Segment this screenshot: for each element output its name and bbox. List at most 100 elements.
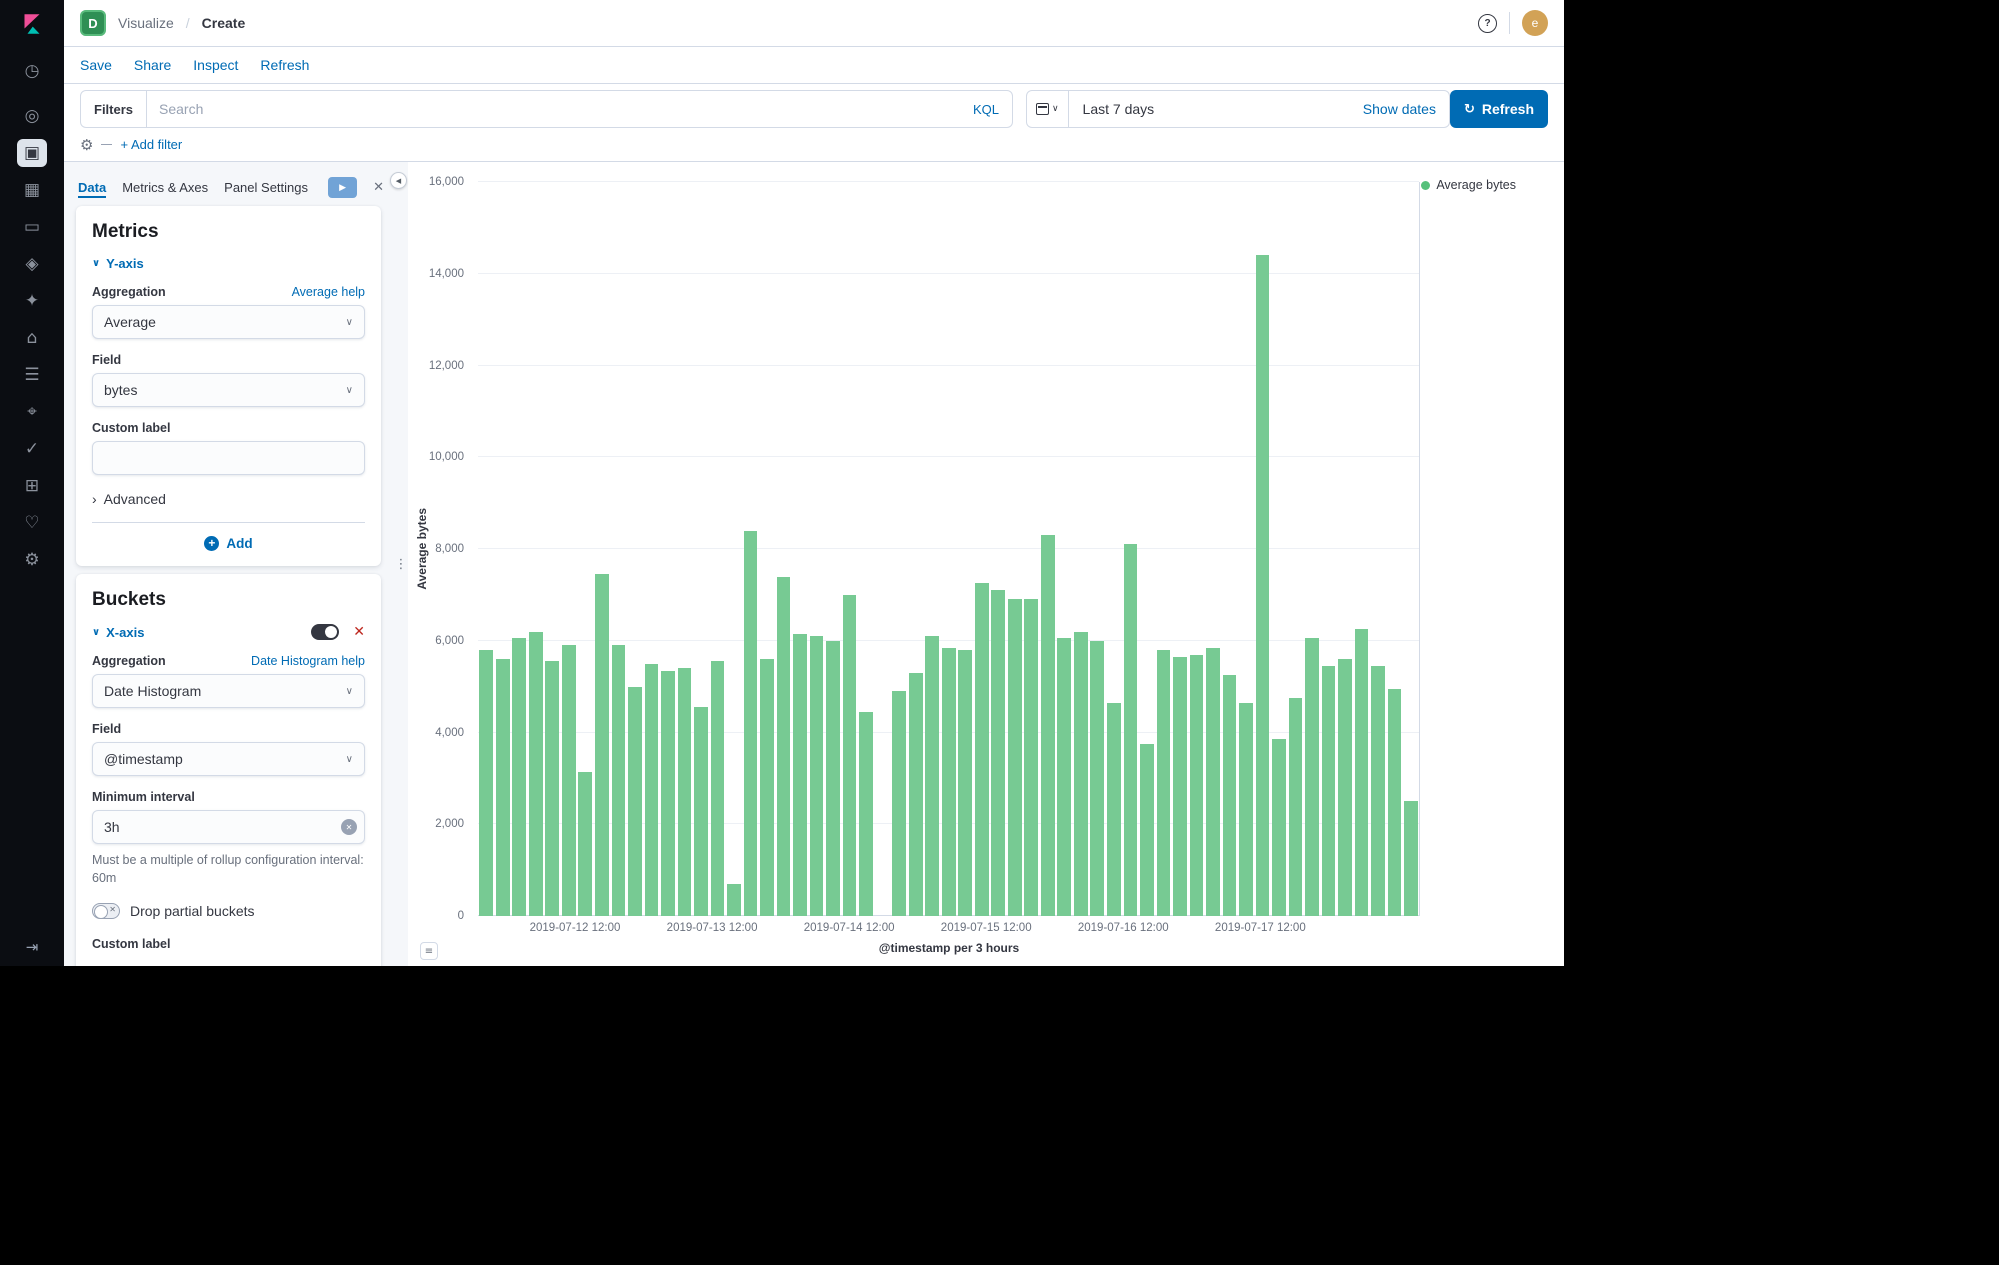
bar[interactable] — [843, 595, 857, 916]
bar[interactable] — [1404, 801, 1418, 916]
bar[interactable] — [545, 661, 559, 916]
refresh-button[interactable]: ↻ Refresh — [1450, 90, 1548, 128]
bar[interactable] — [711, 661, 725, 916]
bar[interactable] — [1057, 638, 1071, 916]
sidebar-item-uptime-icon[interactable]: ✓ — [17, 435, 47, 463]
bar[interactable] — [826, 641, 840, 916]
bar[interactable] — [810, 636, 824, 916]
bar[interactable] — [744, 531, 758, 916]
breadcrumb-visualize[interactable]: Visualize — [118, 15, 174, 31]
collapse-nav-button[interactable]: ⇥ — [26, 938, 39, 956]
bar[interactable] — [479, 650, 493, 916]
bar[interactable] — [1124, 544, 1138, 916]
bar[interactable] — [892, 691, 906, 916]
bucket-aggregation-select[interactable]: Date Histogram ∨ — [92, 674, 365, 708]
x-axis-toggle[interactable]: ∨ X-axis — [92, 625, 144, 640]
bar[interactable] — [859, 712, 873, 916]
sidebar-item-canvas-icon[interactable]: ▭ — [17, 213, 47, 241]
legend-item[interactable]: Average bytes — [1421, 178, 1516, 192]
editor-tab-data[interactable]: Data — [78, 177, 106, 198]
clear-input-icon[interactable]: ✕ — [341, 819, 357, 835]
sidebar-item-management-icon[interactable]: ⚙ — [17, 546, 47, 574]
toolbar-link-inspect[interactable]: Inspect — [193, 57, 238, 73]
bar[interactable] — [628, 687, 642, 916]
bar[interactable] — [1173, 657, 1187, 916]
time-range-label[interactable]: Last 7 days — [1069, 101, 1169, 117]
sidebar-item-apm-icon[interactable]: ⌖ — [17, 398, 47, 426]
add-filter-button[interactable]: + Add filter — [120, 137, 182, 152]
bar[interactable] — [1157, 650, 1171, 916]
bar[interactable] — [1090, 641, 1104, 916]
show-dates-button[interactable]: Show dates — [1363, 101, 1449, 117]
bar[interactable] — [595, 574, 609, 916]
bar[interactable] — [645, 664, 659, 916]
metric-aggregation-select[interactable]: Average ∨ — [92, 305, 365, 339]
filters-button[interactable]: Filters — [81, 91, 147, 127]
bar[interactable] — [1272, 739, 1286, 916]
bucket-field-select[interactable]: @timestamp ∨ — [92, 742, 365, 776]
add-metric-button[interactable]: + Add — [204, 536, 252, 551]
bar[interactable] — [909, 673, 923, 916]
bar[interactable] — [694, 707, 708, 916]
bar[interactable] — [1223, 675, 1237, 916]
bar[interactable] — [496, 659, 510, 916]
bar[interactable] — [727, 884, 741, 916]
filter-settings-gear-icon[interactable]: ⚙ — [80, 136, 93, 154]
sidebar-item-visualize-icon[interactable]: ▣ — [17, 139, 47, 167]
custom-label-input[interactable] — [92, 441, 365, 475]
sidebar-item-recently-viewed-icon[interactable]: ◷ — [17, 57, 47, 85]
bar[interactable] — [1008, 599, 1022, 916]
bar[interactable] — [1107, 703, 1121, 916]
panel-resizer[interactable]: ⋮ — [394, 162, 408, 966]
bar[interactable] — [942, 648, 956, 916]
bar[interactable] — [1322, 666, 1336, 916]
drop-partial-toggle[interactable]: ✕ — [92, 903, 120, 919]
bar[interactable] — [562, 645, 576, 916]
bar[interactable] — [612, 645, 626, 916]
avatar[interactable]: e — [1522, 10, 1548, 36]
bar[interactable] — [578, 772, 592, 917]
sidebar-item-maps-icon[interactable]: ◈ — [17, 250, 47, 278]
bar[interactable] — [793, 634, 807, 916]
bar[interactable] — [975, 583, 989, 916]
sidebar-item-dev-tools-icon[interactable]: ⊞ — [17, 472, 47, 500]
editor-tab-metrics-axes[interactable]: Metrics & Axes — [122, 177, 208, 198]
bar[interactable] — [777, 577, 791, 916]
bar[interactable] — [1190, 655, 1204, 916]
minimum-interval-input[interactable] — [92, 810, 365, 844]
kibana-logo[interactable] — [0, 0, 64, 47]
bar[interactable] — [1206, 648, 1220, 916]
bar[interactable] — [1305, 638, 1319, 916]
bar[interactable] — [1140, 744, 1154, 916]
bar[interactable] — [678, 668, 692, 916]
average-help-link[interactable]: Average help — [292, 285, 365, 299]
bar[interactable] — [958, 650, 972, 916]
metric-field-select[interactable]: bytes ∨ — [92, 373, 365, 407]
bar[interactable] — [512, 638, 526, 916]
bar[interactable] — [760, 659, 774, 916]
bar[interactable] — [661, 671, 675, 916]
sidebar-item-stack-monitoring-icon[interactable]: ♡ — [17, 509, 47, 537]
calendar-button[interactable]: ∨ — [1027, 91, 1069, 127]
kql-button[interactable]: KQL — [960, 102, 1012, 117]
sidebar-item-discover-icon[interactable]: ◎ — [17, 102, 47, 130]
sidebar-item-machine-learning-icon[interactable]: ✦ — [17, 287, 47, 315]
bar[interactable] — [991, 590, 1005, 916]
advanced-toggle[interactable]: › Advanced — [92, 491, 365, 507]
collapse-editor-button[interactable]: ◀ — [390, 172, 407, 189]
remove-bucket-button[interactable]: ✕ — [353, 624, 365, 640]
bar[interactable] — [1355, 629, 1369, 916]
bar[interactable] — [1074, 632, 1088, 916]
bar[interactable] — [529, 632, 543, 916]
legend-toggle-button[interactable]: ≡ — [420, 942, 438, 960]
bar[interactable] — [1256, 255, 1270, 916]
bar[interactable] — [1371, 666, 1385, 916]
bar[interactable] — [1338, 659, 1352, 916]
help-icon[interactable]: ? — [1478, 14, 1497, 33]
bar[interactable] — [1239, 703, 1253, 916]
bar[interactable] — [1024, 599, 1038, 916]
bar[interactable] — [1388, 689, 1402, 916]
apply-changes-button[interactable]: ▶ — [328, 177, 357, 198]
toolbar-link-share[interactable]: Share — [134, 57, 171, 73]
toolbar-link-save[interactable]: Save — [80, 57, 112, 73]
